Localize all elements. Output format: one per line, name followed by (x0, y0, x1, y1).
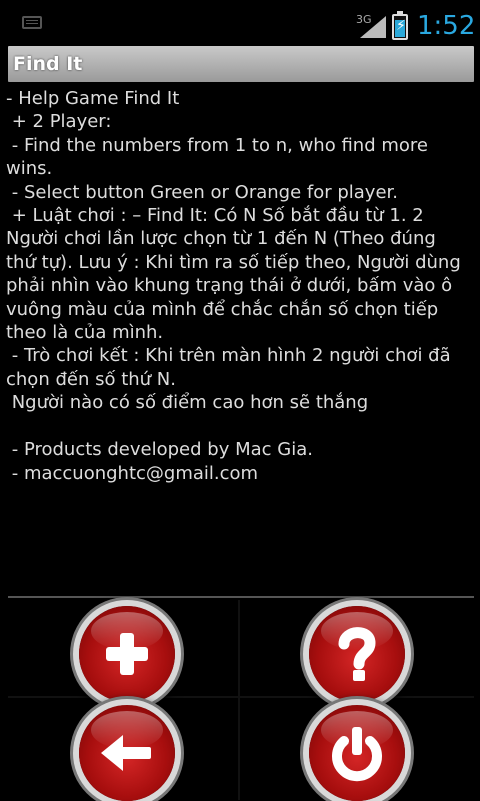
help-line: vuông màu của mình để chắc chắn số chọn … (6, 298, 439, 320)
divider (8, 596, 474, 598)
help-line: - maccuonghtc@gmail.com (6, 462, 259, 484)
help-line: + Luật chơi : – Find It: Có N Số bắt đầu… (6, 205, 424, 227)
keyboard-icon (22, 16, 42, 29)
page-title: Find It (13, 53, 83, 75)
charging-bolt-icon: ⚡ (396, 18, 406, 34)
signal-icon (360, 16, 386, 38)
help-line: + 2 Player: (6, 111, 112, 133)
help-line: - Help Game Find It (6, 88, 180, 109)
back-arrow-icon (101, 735, 151, 771)
status-bar: 3G ⚡ 1:52 (0, 0, 480, 50)
help-line: thứ tự). Lưu ý : Khi tìm ra số tiếp theo… (6, 251, 461, 273)
help-line: wins. (6, 158, 53, 180)
status-clock: 1:52 (417, 11, 476, 41)
help-button[interactable] (309, 606, 405, 702)
title-bar: Find It (8, 46, 474, 82)
help-text: - Help Game Find It + 2 Player: - Find t… (6, 87, 472, 485)
help-line: - Products developed by Mac Gia. (6, 439, 313, 461)
question-icon (338, 627, 376, 681)
help-line: theo là của mình. (6, 322, 164, 344)
help-line: Người chơi lần lược chọn từ 1 đến N (The… (6, 228, 436, 250)
help-line: - Trò chơi kết : Khi trên màn hình 2 ngư… (6, 345, 451, 367)
help-line: phải nhìn vào khung trạng thái ở dưới, b… (6, 275, 453, 297)
power-icon (332, 727, 382, 782)
help-line: chọn đến số thứ N. (6, 368, 176, 390)
help-line: - Select button Green or Orange for play… (6, 181, 399, 203)
help-line: - Find the numbers from 1 to n, who find… (6, 134, 428, 156)
help-line: Người nào có số điểm cao hơn sẽ thắng (6, 392, 369, 414)
back-button[interactable] (79, 705, 175, 801)
button-grid-vertical-divider (238, 600, 240, 800)
help-line (6, 415, 472, 438)
new-game-button[interactable] (79, 606, 175, 702)
plus-icon (106, 633, 148, 675)
exit-button[interactable] (309, 705, 405, 801)
